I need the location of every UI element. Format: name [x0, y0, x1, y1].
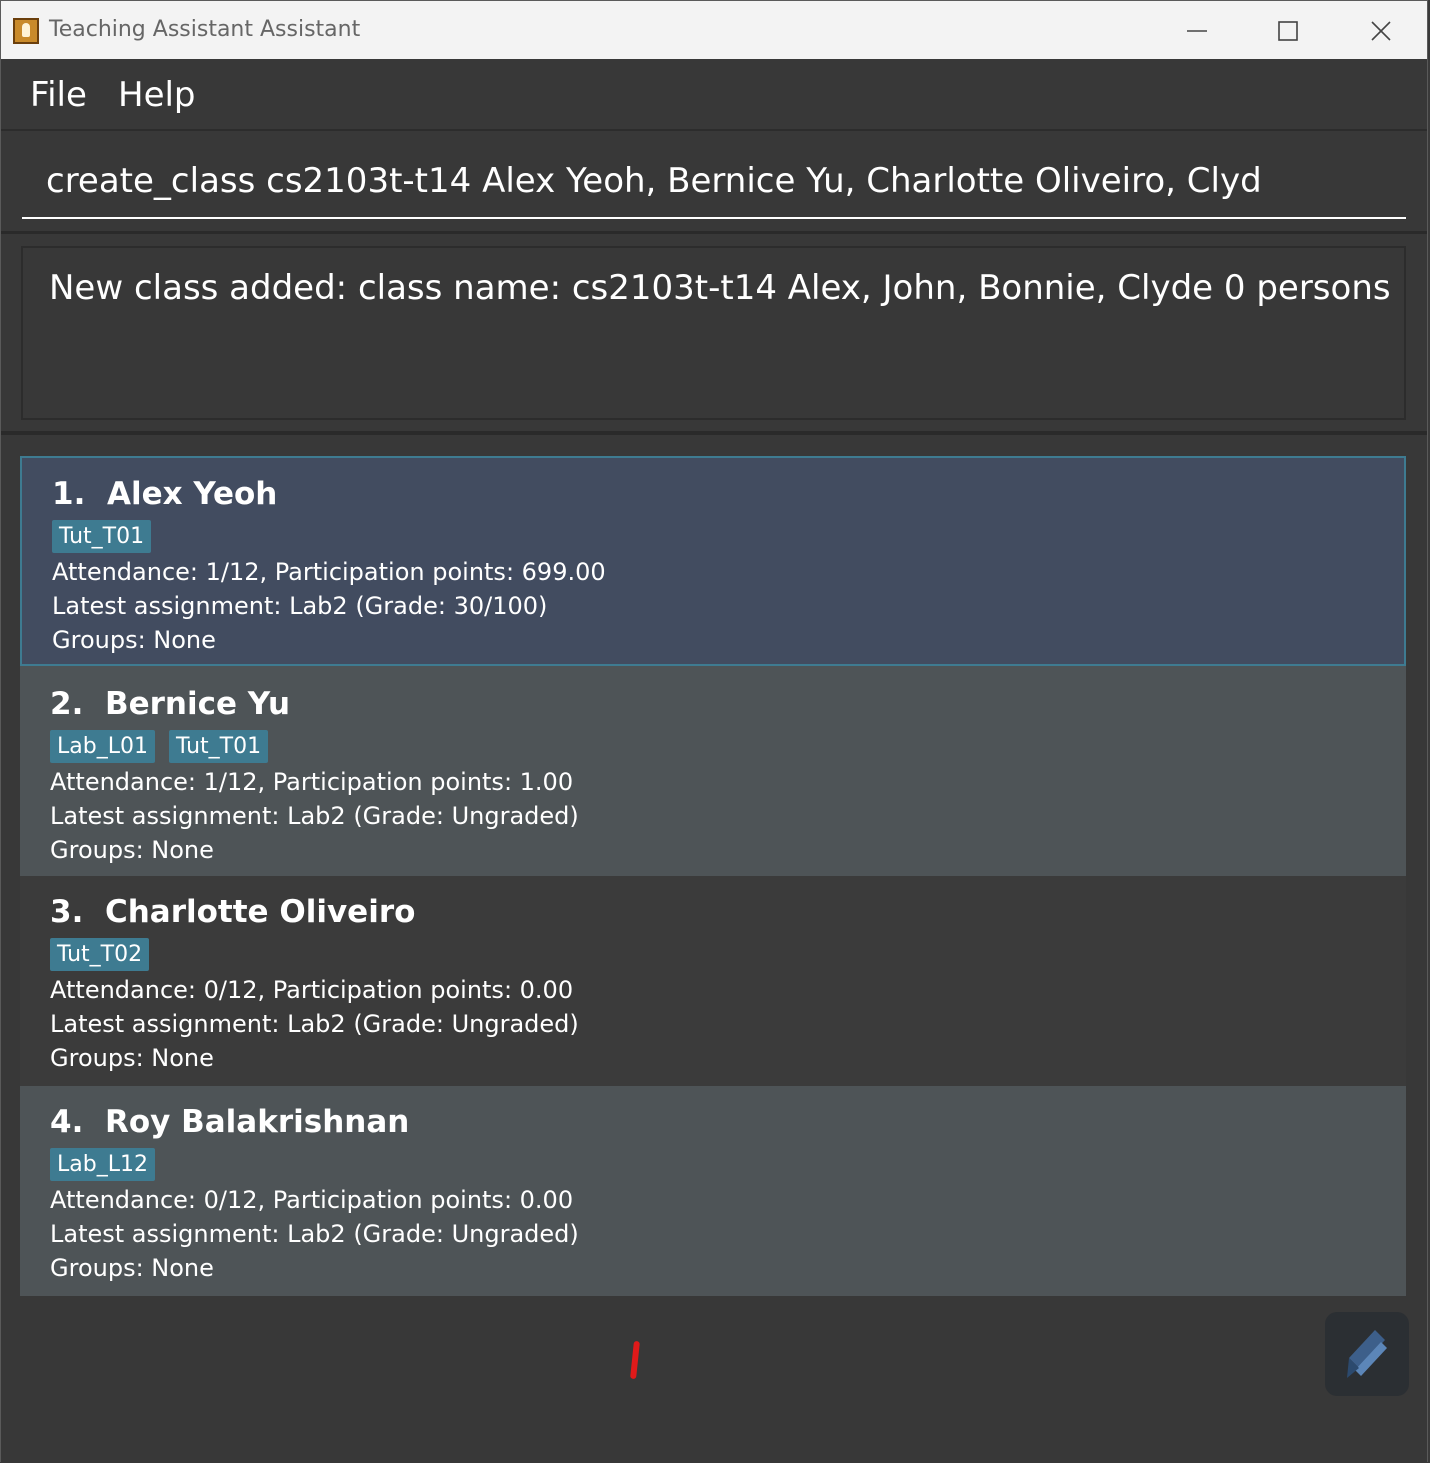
edit-pen-icon [1347, 1330, 1387, 1378]
person-card[interactable]: 4. Roy Balakrishnan Lab_L12 Attendance: … [20, 1086, 1406, 1296]
address-book-icon [13, 18, 39, 44]
person-name: 1. Alex Yeoh [52, 476, 278, 512]
minimize-button[interactable] [1169, 11, 1225, 51]
title-bar[interactable]: Teaching Assistant Assistant [1, 1, 1427, 59]
close-icon [1371, 21, 1391, 41]
tag: Tut_T02 [50, 938, 150, 971]
app-window: Teaching Assistant Assistant File Help c… [0, 0, 1428, 1463]
command-box: create_class cs2103t-t14 Alex Yeoh, Bern… [1, 131, 1427, 234]
groups-text: Groups: None [52, 626, 216, 654]
tag-list: Lab_L01 Tut_T01 [50, 730, 269, 763]
tag: Tut_T01 [168, 730, 269, 763]
attendance-text: Attendance: 1/12, Participation points: … [52, 558, 606, 586]
person-card[interactable]: 2. Bernice Yu Lab_L01 Tut_T01 Attendance… [20, 666, 1406, 876]
groups-text: Groups: None [50, 836, 214, 864]
command-input[interactable]: create_class cs2103t-t14 Alex Yeoh, Bern… [46, 161, 1262, 201]
tag-list: Tut_T02 [50, 938, 150, 971]
minimize-icon [1187, 30, 1207, 32]
attendance-text: Attendance: 1/12, Participation points: … [50, 768, 574, 796]
person-name: 3. Charlotte Oliveiro [50, 894, 416, 930]
maximize-button[interactable] [1260, 11, 1316, 51]
section-divider [1, 431, 1427, 435]
assignment-text: Latest assignment: Lab2 (Grade: Ungraded… [50, 1010, 579, 1038]
tag-list: Tut_T01 [52, 520, 152, 553]
person-card[interactable]: 1. Alex Yeoh Tut_T01 Attendance: 1/12, P… [20, 456, 1406, 666]
menu-help[interactable]: Help [118, 75, 196, 115]
person-name: 2. Bernice Yu [50, 686, 291, 722]
menu-bar: File Help [1, 59, 1427, 131]
tag: Lab_L12 [50, 1148, 155, 1181]
assignment-text: Latest assignment: Lab2 (Grade: 30/100) [52, 592, 548, 620]
attendance-text: Attendance: 0/12, Participation points: … [50, 976, 574, 1004]
person-card[interactable]: 3. Charlotte Oliveiro Tut_T02 Attendance… [20, 876, 1406, 1086]
person-name: 4. Roy Balakrishnan [50, 1104, 410, 1140]
tag: Tut_T01 [52, 520, 152, 553]
tag: Lab_L01 [50, 730, 155, 763]
window-title: Teaching Assistant Assistant [49, 17, 361, 42]
groups-text: Groups: None [50, 1254, 214, 1282]
person-list[interactable]: 1. Alex Yeoh Tut_T01 Attendance: 1/12, P… [20, 456, 1406, 1296]
assignment-text: Latest assignment: Lab2 (Grade: Ungraded… [50, 1220, 579, 1248]
menu-file[interactable]: File [30, 75, 87, 115]
result-message: New class added: class name: cs2103t-t14… [49, 268, 1391, 308]
groups-text: Groups: None [50, 1044, 214, 1072]
attendance-text: Attendance: 0/12, Participation points: … [50, 1186, 574, 1214]
maximize-icon [1278, 21, 1298, 41]
tag-list: Lab_L12 [50, 1148, 155, 1181]
assignment-text: Latest assignment: Lab2 (Grade: Ungraded… [50, 802, 579, 830]
result-display[interactable]: New class added: class name: cs2103t-t14… [21, 246, 1406, 420]
close-button[interactable] [1353, 11, 1409, 51]
command-input-underline [22, 217, 1406, 219]
floating-action-button[interactable] [1325, 1312, 1409, 1396]
status-area [1, 1301, 1427, 1463]
